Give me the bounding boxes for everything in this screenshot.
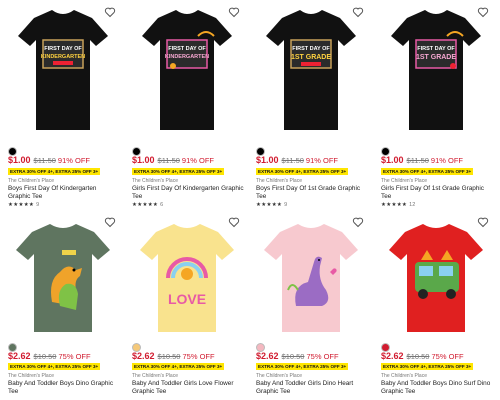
original-price: $10.50	[406, 352, 430, 361]
price-row: $2.62 $10.50 75% OFF	[132, 351, 215, 361]
brand-label: The Children's Place	[8, 373, 54, 379]
price-row: $1.00 $11.50 91% OFF	[132, 155, 214, 165]
product-grid: FIRST DAY OF KINDERGARTEN $1.00 $11.50 91% …	[0, 0, 500, 400]
product-name[interactable]: Baby And Toddler Boys Dino Surf Dino Gra…	[381, 380, 493, 396]
price-row: $1.00 $11.50 91% OFF	[256, 155, 338, 165]
sale-price: $2.62	[381, 351, 404, 361]
product-image[interactable]: FIRST DAY OF KINDERGARTEN	[128, 0, 246, 135]
product-image[interactable]: FIRST DAY OF KINDERGARTEN	[4, 0, 122, 135]
sale-price: $1.00	[132, 155, 155, 165]
brand-label: The Children's Place	[132, 373, 178, 379]
brand-label: The Children's Place	[381, 178, 427, 184]
favorite-heart-icon[interactable]	[226, 214, 242, 230]
rating-stars: ★★★★★ 12	[381, 202, 415, 208]
favorite-heart-icon[interactable]	[102, 214, 118, 230]
favorite-heart-icon[interactable]	[350, 4, 366, 20]
discount-percent: 75% OFF	[182, 352, 215, 361]
price-row: $1.00 $11.50 91% OFF	[8, 155, 90, 165]
svg-text:KINDERGARTEN: KINDERGARTEN	[41, 54, 85, 60]
rating-stars: ★★★★★ 9	[8, 202, 39, 208]
discount-percent: 91% OFF	[57, 156, 91, 165]
product-image[interactable]: FIRST DAY OF 1ST GRADE	[252, 0, 370, 135]
review-count: 9	[36, 202, 40, 208]
price-row: $2.62 $10.50 75% OFF	[256, 351, 339, 361]
original-price: $11.50	[406, 156, 429, 165]
price-row: $2.62 $10.50 75% OFF	[8, 351, 91, 361]
discount-percent: 75% OFF	[431, 352, 464, 361]
product-image[interactable]	[377, 210, 495, 345]
product-name[interactable]: Boys First Day Of 1st Grade Graphic Tee	[256, 185, 368, 201]
svg-text:KINDERGARTEN: KINDERGARTEN	[165, 54, 209, 60]
product-name[interactable]: Girls First Day Of Kindergarten Graphic …	[132, 185, 244, 201]
brand-label: The Children's Place	[381, 373, 427, 379]
original-price: $11.50	[33, 156, 56, 165]
star-icons: ★★★★★	[8, 202, 35, 208]
price-row: $1.00 $11.50 91% OFF	[381, 155, 463, 165]
sale-price: $1.00	[8, 155, 31, 165]
promo-badge: EXTRA 30% OFF 4+, EXTRA 25% OFF 3+	[8, 363, 101, 370]
product-name[interactable]: Baby And Toddler Boys Dino Graphic Tee	[8, 380, 120, 396]
promo-badge: EXTRA 30% OFF 4+, EXTRA 25% OFF 3+	[381, 168, 474, 175]
svg-text:1ST GRADE: 1ST GRADE	[416, 54, 456, 61]
product-name[interactable]: Baby And Toddler Girls Dino Heart Graphi…	[256, 380, 368, 396]
review-count: 9	[284, 202, 288, 208]
svg-text:LOVE: LOVE	[168, 291, 206, 307]
sale-price: $2.62	[256, 351, 279, 361]
favorite-heart-icon[interactable]	[102, 4, 118, 20]
product-name[interactable]: Girls First Day Of 1st Grade Graphic Tee	[381, 185, 493, 201]
discount-percent: 75% OFF	[306, 352, 339, 361]
sale-price: $1.00	[256, 155, 279, 165]
svg-text:FIRST DAY OF: FIRST DAY OF	[168, 46, 206, 52]
star-icons: ★★★★★	[381, 202, 408, 208]
sale-price: $2.62	[8, 351, 31, 361]
product-image[interactable]: FIRST DAY OF 1ST GRADE	[377, 0, 495, 135]
svg-text:FIRST DAY OF: FIRST DAY OF	[44, 46, 82, 52]
rating-stars: ★★★★★ 6	[132, 202, 163, 208]
star-icons: ★★★★★	[132, 202, 159, 208]
price-row: $2.62 $10.50 75% OFF	[381, 351, 464, 361]
svg-text:FIRST DAY OF: FIRST DAY OF	[292, 46, 330, 52]
brand-label: The Children's Place	[132, 178, 178, 184]
promo-badge: EXTRA 30% OFF 4+, EXTRA 25% OFF 3+	[256, 363, 349, 370]
original-price: $10.50	[33, 352, 57, 361]
sale-price: $2.62	[132, 351, 155, 361]
favorite-heart-icon[interactable]	[475, 214, 491, 230]
favorite-heart-icon[interactable]	[350, 214, 366, 230]
original-price: $11.50	[157, 156, 180, 165]
original-price: $11.50	[281, 156, 304, 165]
promo-badge: EXTRA 30% OFF 4+, EXTRA 25% OFF 3+	[381, 363, 474, 370]
svg-text:FIRST DAY OF: FIRST DAY OF	[417, 46, 455, 52]
product-name[interactable]: Boys First Day Of Kindergarten Graphic T…	[8, 185, 120, 201]
product-name[interactable]: Baby And Toddler Girls Love Flower Graph…	[132, 380, 244, 396]
original-price: $10.50	[281, 352, 305, 361]
promo-badge: EXTRA 30% OFF 4+, EXTRA 25% OFF 3+	[256, 168, 349, 175]
svg-text:1ST GRADE: 1ST GRADE	[291, 54, 331, 61]
rating-stars: ★★★★★ 9	[256, 202, 287, 208]
discount-percent: 91% OFF	[430, 156, 464, 165]
discount-percent: 91% OFF	[305, 156, 339, 165]
product-image[interactable]: LOVE	[128, 210, 246, 345]
promo-badge: EXTRA 30% OFF 4+, EXTRA 25% OFF 3+	[8, 168, 101, 175]
sale-price: $1.00	[381, 155, 404, 165]
promo-badge: EXTRA 30% OFF 4+, EXTRA 25% OFF 3+	[132, 363, 225, 370]
discount-percent: 75% OFF	[58, 352, 91, 361]
favorite-heart-icon[interactable]	[226, 4, 242, 20]
brand-label: The Children's Place	[256, 373, 302, 379]
review-count: 12	[409, 202, 416, 208]
brand-label: The Children's Place	[256, 178, 302, 184]
star-icons: ★★★★★	[256, 202, 283, 208]
original-price: $10.50	[157, 352, 181, 361]
product-image[interactable]	[252, 210, 370, 345]
favorite-heart-icon[interactable]	[475, 4, 491, 20]
product-image[interactable]	[4, 210, 122, 345]
review-count: 6	[160, 202, 164, 208]
discount-percent: 91% OFF	[181, 156, 215, 165]
promo-badge: EXTRA 30% OFF 4+, EXTRA 25% OFF 3+	[132, 168, 225, 175]
brand-label: The Children's Place	[8, 178, 54, 184]
